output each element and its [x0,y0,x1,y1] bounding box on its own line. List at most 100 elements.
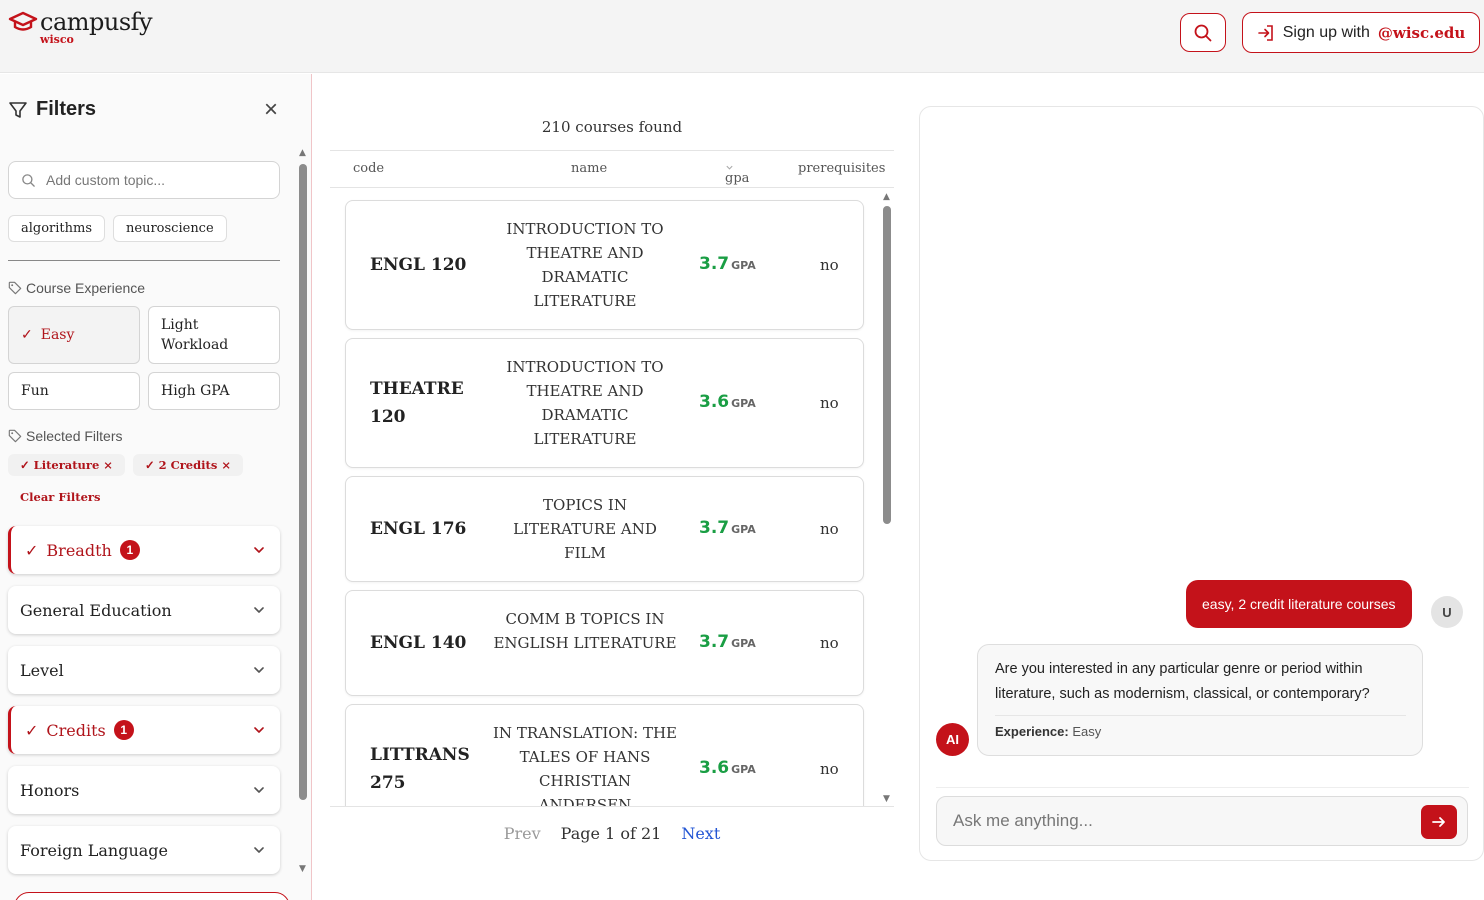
brand-logo[interactable]: campusfy wisco [8,8,153,46]
course-code: ENGL 140 [370,633,467,653]
gpa-unit: GPA [731,397,756,410]
signup-prefix: Sign up with [1282,23,1370,41]
course-card[interactable]: ENGL 120 INTRODUCTION TO THEATRE AND DRA… [345,200,864,330]
course-card[interactable]: LITTRANS 275 IN TRANSLATION: THE TALES O… [345,704,864,806]
chevron-down-icon [254,787,264,793]
accordion-label: Foreign Language [20,840,168,860]
scroll-up-arrow-icon[interactable]: ▲ [883,192,890,202]
check-icon: ✓ [20,458,30,472]
pagination: Prev Page 1 of 21 Next [330,824,894,843]
next-page-button[interactable]: Next [681,824,720,843]
brand-name: campusfy [40,8,153,36]
check-icon: ✓ [25,720,39,740]
experience-high-gpa-label: High GPA [161,383,230,399]
sidebar-scrollbar[interactable]: ▲ ▼ [298,148,308,878]
gpa-value: 3.7 [699,632,730,652]
clear-filters-link[interactable]: Clear Filters [20,490,100,504]
course-experience-text: Course Experience [26,280,146,296]
accordion-label: General Education [20,600,172,620]
chat-input[interactable] [953,811,1393,831]
course-code: ENGL 120 [370,255,467,275]
prev-page-button[interactable]: Prev [504,824,541,843]
remove-icon[interactable]: × [221,458,231,472]
column-header-gpa[interactable]: gpa [725,161,749,186]
ai-avatar: AI [936,723,969,756]
ai-message: Are you interested in any particular gen… [977,644,1423,756]
course-list[interactable]: ENGL 120 INTRODUCTION TO THEATRE AND DRA… [330,189,894,807]
selected-filter-2-credits[interactable]: ✓ 2 Credits × [132,454,243,476]
course-prerequisites: no [820,394,839,412]
column-header-code[interactable]: code [353,161,384,176]
course-gpa: 3.7 GPA [699,632,756,652]
accordion-general-education[interactable]: General Education [8,586,280,634]
topic-chip-neuroscience[interactable]: neuroscience [113,215,227,242]
accordion-foreign-language[interactable]: Foreign Language [8,826,280,874]
sidebar-bottom-button[interactable] [14,892,290,900]
course-gpa: 3.6 GPA [699,758,756,778]
course-experience-label: Course Experience [8,280,145,296]
gpa-value: 3.7 [699,254,730,274]
topic-chip-algorithms[interactable]: algorithms [8,215,106,242]
course-gpa: 3.7 GPA [699,254,756,274]
results-count: 210 courses found [541,118,683,136]
course-list-scrollbar[interactable]: ▲ ▼ [882,192,892,806]
selected-filters-label: Selected Filters [8,428,122,444]
accordion-honors[interactable]: Honors [8,766,280,814]
course-prerequisites: no [820,634,839,652]
course-card[interactable]: THEATRE 120 INTRODUCTION TO THEATRE AND … [345,338,864,468]
chat-input-field[interactable] [936,796,1468,846]
gpa-unit: GPA [731,523,756,536]
chevron-down-icon [254,547,264,553]
scroll-up-arrow-icon[interactable]: ▲ [299,148,306,158]
scroll-down-arrow-icon[interactable]: ▼ [883,794,890,804]
experience-high-gpa-button[interactable]: High GPA [148,372,280,410]
custom-topic-input[interactable] [46,172,266,188]
scrollbar-thumb[interactable] [299,164,307,800]
course-code: THEATRE 120 [370,379,464,427]
remove-icon[interactable]: × [103,458,113,472]
experience-easy-label: Easy [40,327,75,343]
gpa-unit: GPA [731,763,756,776]
accordion-credits[interactable]: ✓ Credits 1 [8,706,280,754]
chat-divider [936,787,1469,788]
filters-heading: Filters [8,98,96,121]
count-badge: 1 [119,540,140,560]
ai-meta-value: Easy [1072,724,1102,739]
course-card[interactable]: ENGL 176 TOPICS IN LITERATURE AND FILM 3… [345,476,864,582]
close-icon[interactable]: × [264,98,278,122]
tag-icon [8,281,22,295]
selected-filter-literature[interactable]: ✓ Literature × [8,454,125,476]
course-prerequisites: no [820,520,839,538]
experience-options: ✓ Easy Light Workload Fun High GPA [8,306,280,410]
search-button[interactable] [1180,13,1226,52]
send-button[interactable] [1421,805,1457,839]
selected-filter-label: Literature [33,458,100,472]
course-card[interactable]: ENGL 140 COMM B TOPICS IN ENGLISH LITERA… [345,590,864,696]
accordion-label: Honors [20,780,80,800]
check-icon: ✓ [25,540,39,560]
experience-easy-button[interactable]: ✓ Easy [8,306,140,364]
accordion-label: Breadth [46,540,112,560]
scroll-down-arrow-icon[interactable]: ▼ [299,864,306,874]
accordion-level[interactable]: Level [8,646,280,694]
check-icon: ✓ [21,327,33,343]
experience-light-workload-button[interactable]: Light Workload [148,306,280,364]
column-header-name[interactable]: name [571,161,607,176]
gpa-value: 3.6 [699,392,730,412]
course-name: INTRODUCTION TO THEATRE AND DRAMATIC LIT… [506,358,664,448]
ai-meta-label: Experience: [995,724,1069,739]
column-header-prerequisites[interactable]: prerequisites [798,161,885,176]
accordion-label: Level [20,660,64,680]
user-message: easy, 2 credit literature courses [1186,580,1412,628]
signup-button[interactable]: Sign up with @wisc.edu [1242,12,1480,53]
accordion-breadth[interactable]: ✓ Breadth 1 [8,526,280,574]
gpa-header-label: gpa [725,171,750,186]
course-code: ENGL 176 [370,519,467,539]
page-indicator: Page 1 of 21 [560,824,662,843]
scrollbar-thumb[interactable] [883,206,891,524]
experience-fun-button[interactable]: Fun [8,372,140,410]
signup-domain: @wisc.edu [1377,23,1466,42]
login-arrow-icon [1257,24,1273,41]
course-gpa: 3.7 GPA [699,518,756,538]
custom-topic-field[interactable] [8,161,280,199]
